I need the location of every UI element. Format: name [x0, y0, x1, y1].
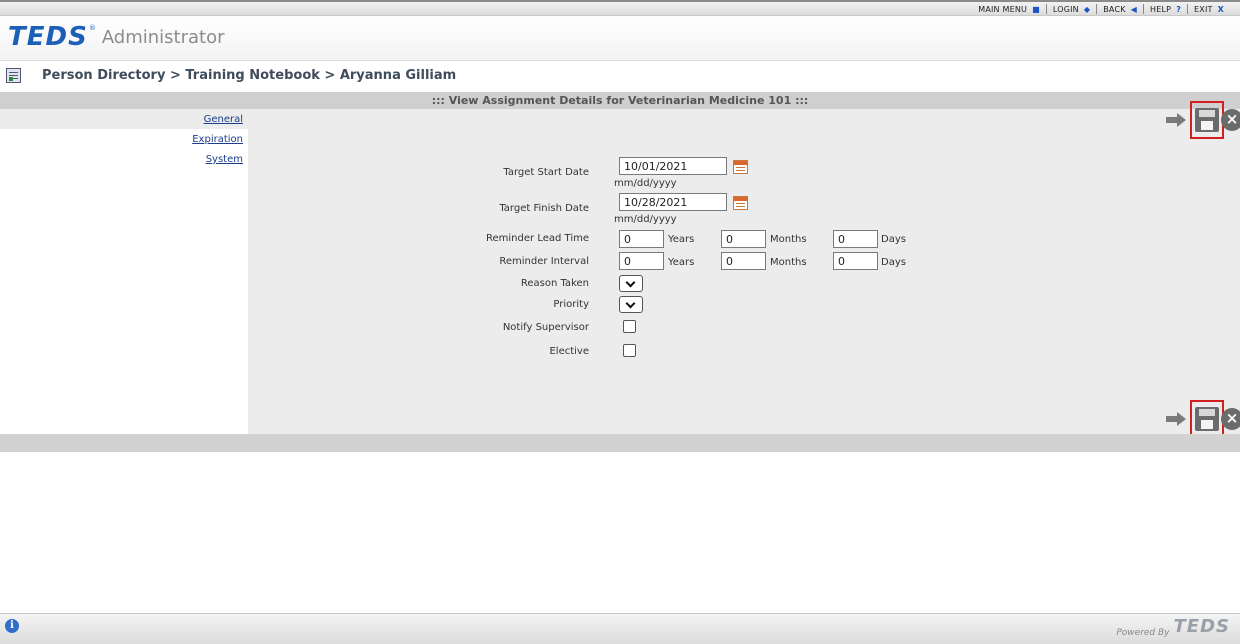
arrow-right-icon[interactable]	[1166, 412, 1188, 426]
years-unit: Years	[668, 234, 695, 245]
priority-select[interactable]	[619, 296, 643, 313]
login-link[interactable]: LOGIN ◆	[1047, 5, 1096, 14]
target-start-date-label: Target Start Date	[503, 167, 589, 178]
exit-link[interactable]: EXIT X	[1188, 5, 1230, 14]
main-menu-label: MAIN MENU	[978, 4, 1028, 14]
help-icon: ?	[1176, 4, 1182, 14]
logo-mark: TEDS	[8, 22, 88, 52]
app-header: TEDS ® Administrator	[0, 16, 1240, 61]
app-subtitle: Administrator	[101, 27, 225, 48]
lead-time-days-input[interactable]: 0	[833, 230, 878, 248]
save-button[interactable]	[1190, 101, 1224, 139]
top-nav-bar: MAIN MENU ■ LOGIN ◆ BACK ◀ HELP ? EXIT X	[0, 0, 1240, 16]
days-unit: Days	[881, 257, 906, 268]
chevron-down-icon	[625, 298, 636, 309]
help-label: HELP	[1150, 4, 1172, 14]
section-footer-bar	[0, 434, 1240, 452]
floppy-disk-icon	[1195, 407, 1219, 431]
target-finish-date-label: Target Finish Date	[499, 203, 589, 214]
sidebar: General Expiration System	[0, 109, 248, 434]
sidebar-item-general[interactable]: General	[204, 114, 243, 125]
back-arrow-icon: ◀	[1130, 4, 1138, 14]
target-start-date-input[interactable]: 10/01/2021	[619, 157, 727, 175]
bottom-actions: ×	[1166, 400, 1240, 438]
back-label: BACK	[1103, 4, 1126, 14]
floppy-disk-icon	[1195, 108, 1219, 132]
interval-years-input[interactable]: 0	[619, 252, 664, 270]
lead-time-months-input[interactable]: 0	[721, 230, 766, 248]
exit-label: EXIT	[1194, 4, 1213, 14]
square-icon: ■	[1032, 4, 1040, 14]
breadcrumb-row: Person Directory > Training Notebook > A…	[0, 62, 1240, 90]
sidebar-item-expiration[interactable]: Expiration	[192, 134, 243, 145]
exit-icon: X	[1217, 4, 1224, 14]
sidebar-item-system[interactable]: System	[206, 154, 243, 165]
months-unit: Months	[770, 257, 807, 268]
interval-days-input[interactable]: 0	[833, 252, 878, 270]
powered-by: Powered By TEDS	[1116, 616, 1230, 638]
footer-logo: TEDS	[1173, 616, 1230, 637]
reason-taken-label: Reason Taken	[520, 278, 589, 289]
teds-logo: TEDS ® Administrator	[8, 24, 225, 50]
notify-supervisor-checkbox[interactable]	[623, 320, 636, 333]
close-icon[interactable]: ×	[1221, 109, 1240, 131]
calendar-icon[interactable]	[733, 196, 748, 210]
diamond-icon: ◆	[1083, 4, 1091, 14]
priority-label: Priority	[553, 299, 589, 310]
notify-supervisor-label: Notify Supervisor	[502, 322, 589, 333]
registered-mark: ®	[88, 24, 96, 32]
section-title: ::: View Assignment Details for Veterina…	[0, 92, 1240, 109]
back-link[interactable]: BACK ◀	[1097, 5, 1143, 14]
assignment-form: × Target Start Date 10/01/2021 mm/dd/yyy…	[248, 101, 1240, 438]
save-button[interactable]	[1190, 400, 1224, 438]
days-unit: Days	[881, 234, 906, 245]
top-nav: MAIN MENU ■ LOGIN ◆ BACK ◀ HELP ? EXIT X	[972, 4, 1230, 14]
target-finish-date-input[interactable]: 10/28/2021	[619, 193, 727, 211]
reason-taken-select[interactable]	[619, 275, 643, 292]
main-menu-link[interactable]: MAIN MENU ■	[972, 5, 1046, 14]
top-actions: ×	[1166, 101, 1240, 139]
close-icon[interactable]: ×	[1221, 408, 1240, 430]
calendar-icon[interactable]	[733, 160, 748, 174]
years-unit: Years	[668, 257, 695, 268]
page-footer: i Powered By TEDS	[0, 613, 1240, 644]
directory-icon	[6, 68, 21, 83]
reminder-interval-label: Reminder Interval	[499, 256, 589, 267]
help-link[interactable]: HELP ?	[1144, 5, 1187, 14]
powered-by-label: Powered By	[1116, 628, 1170, 638]
elective-checkbox[interactable]	[623, 344, 636, 357]
months-unit: Months	[770, 234, 807, 245]
breadcrumb: Person Directory > Training Notebook > A…	[42, 68, 457, 83]
date-format-hint: mm/dd/yyyy	[614, 214, 677, 225]
chevron-down-icon	[625, 277, 636, 288]
info-icon[interactable]: i	[5, 619, 19, 633]
login-label: LOGIN	[1052, 4, 1079, 14]
lead-time-years-input[interactable]: 0	[619, 230, 664, 248]
arrow-right-icon[interactable]	[1166, 113, 1188, 127]
reminder-lead-time-label: Reminder Lead Time	[486, 233, 589, 244]
elective-label: Elective	[549, 346, 589, 357]
date-format-hint: mm/dd/yyyy	[614, 178, 677, 189]
interval-months-input[interactable]: 0	[721, 252, 766, 270]
